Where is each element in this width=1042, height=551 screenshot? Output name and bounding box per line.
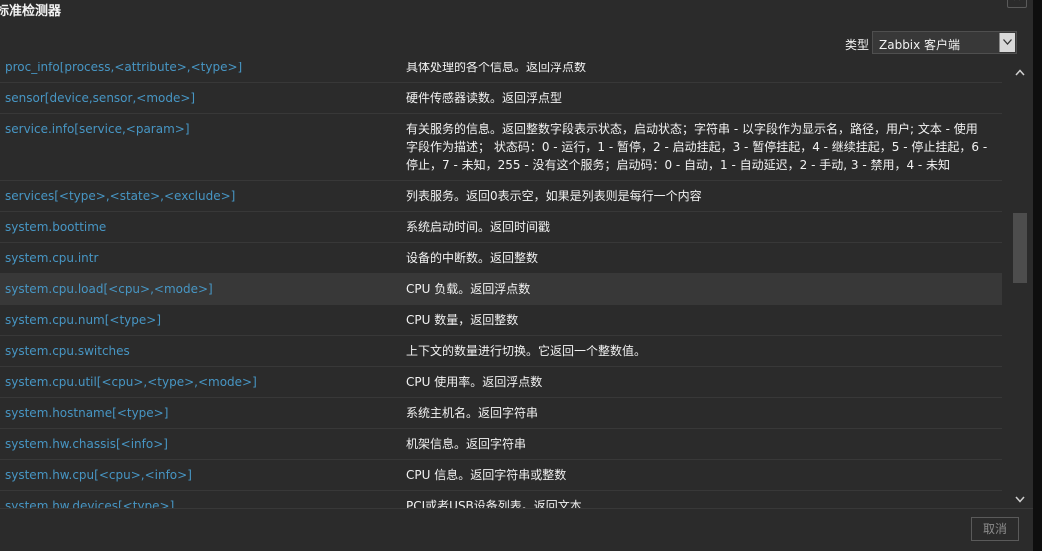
item-key-table: proc_info[process,<attribute>,<type>] 具体…	[0, 62, 1002, 508]
type-select-value: Zabbix 客户端	[879, 38, 961, 52]
type-label: 类型	[845, 38, 870, 52]
item-key-link[interactable]: services[<type>,<state>,<exclude>]	[5, 187, 235, 205]
item-key-link[interactable]: system.hostname[<type>]	[5, 404, 168, 422]
vertical-scrollbar[interactable]	[1011, 64, 1029, 508]
item-description: CPU 负载。返回浮点数	[406, 282, 531, 296]
item-key-link[interactable]: system.cpu.intr	[5, 249, 98, 267]
scroll-up-icon[interactable]	[1011, 64, 1029, 81]
item-description: 具体处理的各个信息。返回浮点数	[406, 62, 587, 74]
scroll-down-icon[interactable]	[1011, 491, 1029, 508]
dialog-titlebar: 标准检测器 ✕	[0, 0, 1033, 22]
item-description: PCI或者USB设备列表。返回文本	[406, 499, 582, 508]
item-key-link[interactable]: service.info[service,<param>]	[5, 120, 190, 138]
table-row: sensor[device,sensor,<mode>] 硬件传感器读数。返回浮…	[0, 83, 1002, 114]
item-description: CPU 信息。返回字符串或整数	[406, 468, 567, 482]
item-description: 系统启动时间。返回时间戳	[406, 220, 551, 234]
scrollbar-thumb[interactable]	[1013, 213, 1027, 283]
item-key-link[interactable]: system.boottime	[5, 218, 106, 236]
table-row: system.hostname[<type>] 系统主机名。返回字符串	[0, 398, 1002, 429]
table-row: system.cpu.util[<cpu>,<type>,<mode>] CPU…	[0, 367, 1002, 398]
item-description: 机架信息。返回字符串	[406, 437, 527, 451]
table-row: system.hw.chassis[<info>] 机架信息。返回字符串	[0, 429, 1002, 460]
type-filter: 类型 Zabbix 客户端	[0, 31, 1033, 55]
item-description: 列表服务。返回0表示空，如果是列表则是每行一个内容	[406, 189, 702, 203]
item-key-link[interactable]: system.cpu.load[<cpu>,<mode>]	[5, 280, 213, 298]
table-row: proc_info[process,<attribute>,<type>] 具体…	[0, 62, 1002, 83]
table-row: system.cpu.switches 上下文的数量进行切换。它返回一个整数值。	[0, 336, 1002, 367]
background-strip	[1033, 0, 1042, 551]
footer-divider	[0, 508, 1033, 509]
table-row: service.info[service,<param>] 有关服务的信息。返回…	[0, 114, 1002, 181]
table-row: system.hw.cpu[<cpu>,<info>] CPU 信息。返回字符串…	[0, 460, 1002, 491]
item-key-link[interactable]: system.cpu.num[<type>]	[5, 311, 161, 329]
item-key-dialog: 标准检测器 ✕ 类型 Zabbix 客户端 proc_info[process,…	[0, 0, 1033, 551]
item-description: 硬件传感器读数。返回浮点型	[406, 91, 563, 105]
type-select[interactable]: Zabbix 客户端	[872, 31, 1017, 54]
chevron-down-icon[interactable]	[999, 33, 1015, 52]
close-icon[interactable]: ✕	[1007, 0, 1027, 8]
cancel-button[interactable]: 取消	[971, 517, 1019, 541]
item-key-link[interactable]: system.cpu.switches	[5, 342, 130, 360]
item-description: CPU 使用率。返回浮点数	[406, 375, 543, 389]
item-description: 有关服务的信息。返回整数字段表示状态，启动状态；字符串 - 以字段作为显示名，路…	[406, 122, 988, 172]
item-description: 系统主机名。返回字符串	[406, 406, 539, 420]
item-key-link[interactable]: sensor[device,sensor,<mode>]	[5, 89, 195, 107]
item-key-link[interactable]: system.hw.devices[<type>]	[5, 497, 174, 508]
item-key-link[interactable]: system.hw.cpu[<cpu>,<info>]	[5, 466, 192, 484]
table-row: system.boottime 系统启动时间。返回时间戳	[0, 212, 1002, 243]
item-key-link[interactable]: system.cpu.util[<cpu>,<type>,<mode>]	[5, 373, 257, 391]
item-description: 上下文的数量进行切换。它返回一个整数值。	[406, 344, 647, 358]
table-row: system.cpu.intr 设备的中断数。返回整数	[0, 243, 1002, 274]
table-row: services[<type>,<state>,<exclude>] 列表服务。…	[0, 181, 1002, 212]
table-row-hovered: system.cpu.load[<cpu>,<mode>] CPU 负载。返回浮…	[0, 274, 1002, 305]
item-description: 设备的中断数。返回整数	[406, 251, 539, 265]
item-key-link[interactable]: proc_info[process,<attribute>,<type>]	[5, 62, 242, 76]
table-row: system.cpu.num[<type>] CPU 数量，返回整数	[0, 305, 1002, 336]
table-row: system.hw.devices[<type>] PCI或者USB设备列表。返…	[0, 491, 1002, 508]
dialog-title: 标准检测器	[0, 4, 62, 19]
item-description: CPU 数量，返回整数	[406, 313, 519, 327]
item-key-link[interactable]: system.hw.chassis[<info>]	[5, 435, 168, 453]
